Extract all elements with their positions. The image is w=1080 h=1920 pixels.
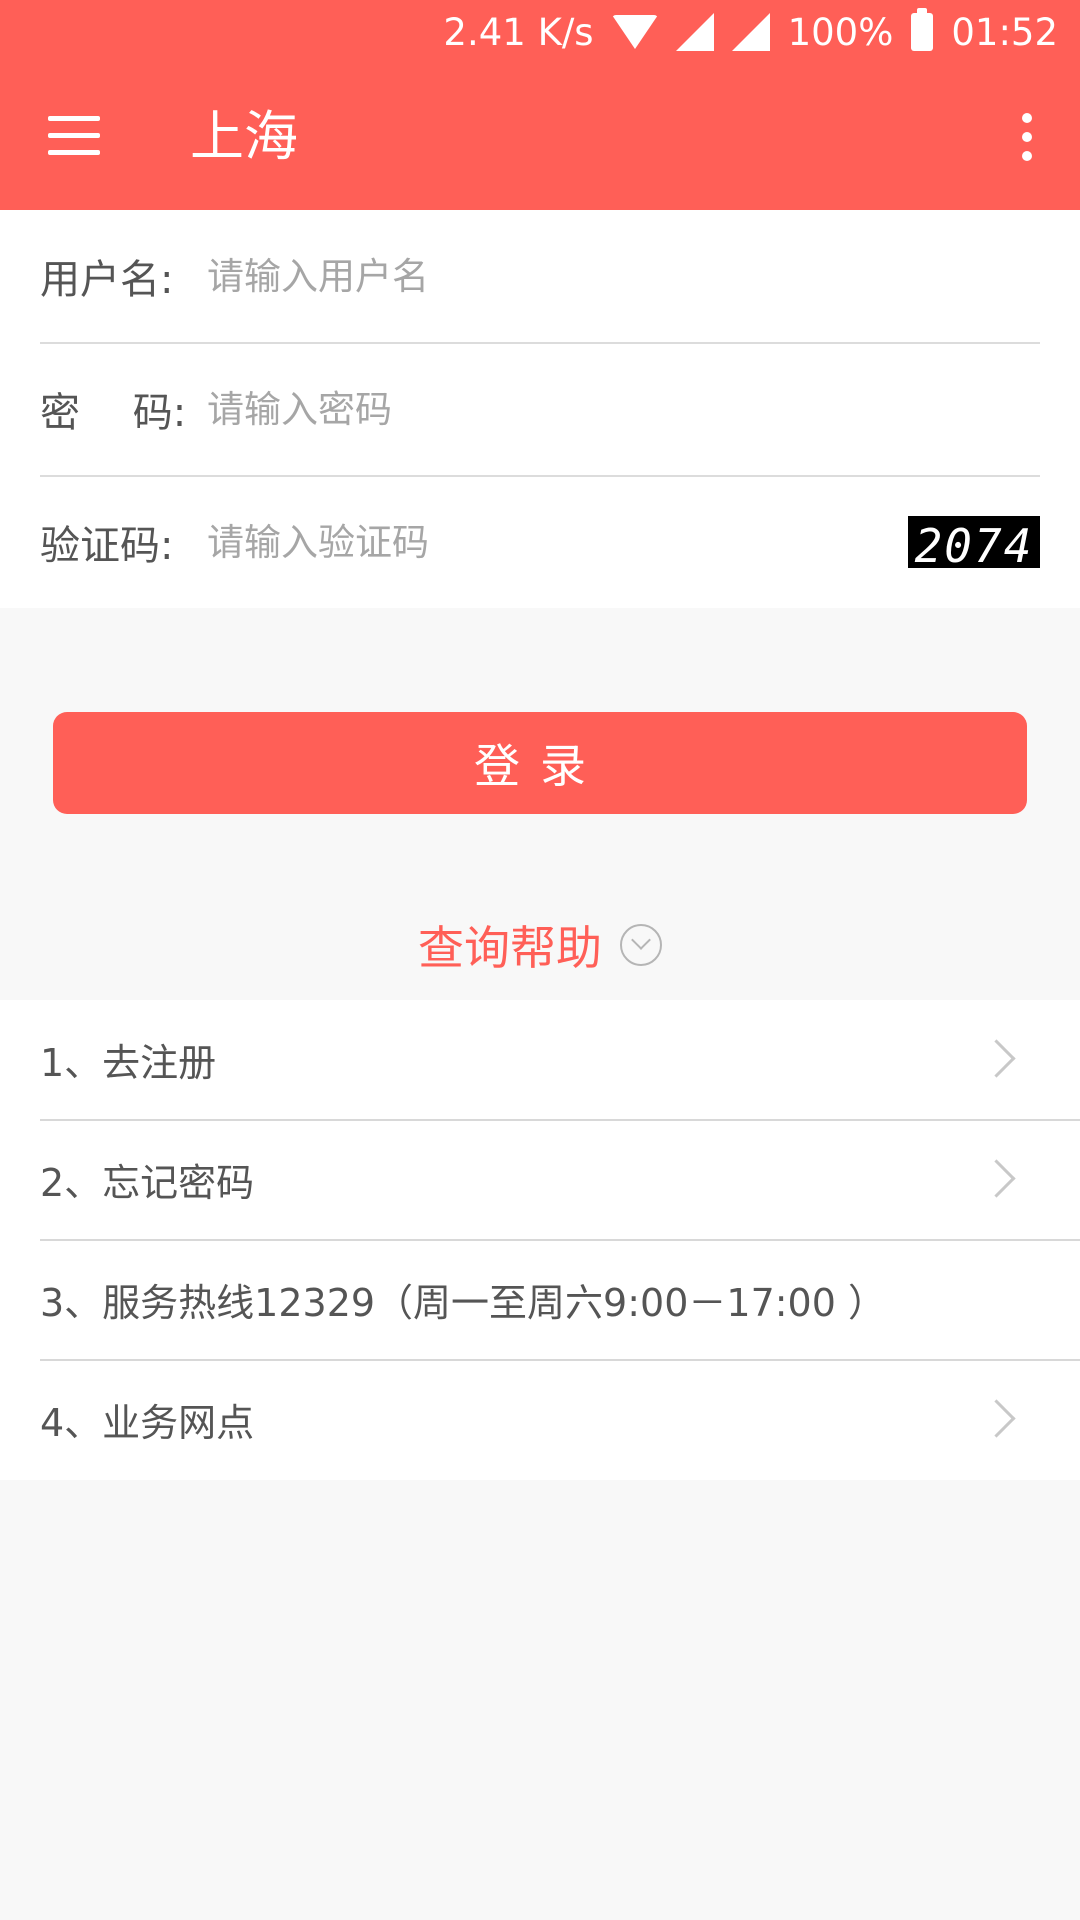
menu-icon[interactable] (48, 116, 100, 156)
chevron-right-icon (977, 1039, 1016, 1078)
help-item-branches[interactable]: 4、业务网点 (40, 1360, 1080, 1479)
password-input[interactable] (205, 386, 1040, 432)
help-item-forgot-password[interactable]: 2、忘记密码 (40, 1120, 1080, 1241)
captcha-row: 验证码: 2074 (40, 476, 1040, 608)
chevron-down-icon (620, 924, 662, 966)
help-item-label: 1、去注册 (40, 1041, 217, 1085)
status-bar: 2.41 K/s 100% 01:52 (0, 0, 1080, 64)
captcha-label: 验证码: (40, 523, 174, 569)
help-title: 查询帮助 (418, 921, 602, 975)
captcha-input[interactable] (205, 519, 908, 565)
signal-icon (675, 13, 714, 51)
network-speed: 2.41 K/s (443, 10, 594, 54)
login-button[interactable]: 登录 (53, 712, 1027, 814)
help-toggle[interactable]: 查询帮助 (0, 915, 1080, 975)
help-list: 1、去注册 2、忘记密码 3、服务热线12329（周一至周六9:00－17:00… (0, 1000, 1080, 1480)
help-item-label: 3、服务热线12329（周一至周六9:00－17:00 ） (40, 1281, 886, 1325)
help-item-register[interactable]: 1、去注册 (40, 1000, 1080, 1121)
help-item-label: 2、忘记密码 (40, 1161, 255, 1205)
login-form: 用户名: 密 码: 验证码: 2074 (0, 210, 1080, 608)
password-row: 密 码: (40, 343, 1040, 477)
chevron-right-icon (977, 1159, 1016, 1198)
captcha-image[interactable]: 2074 (908, 516, 1040, 568)
help-item-hotline: 3、服务热线12329（周一至周六9:00－17:00 ） (40, 1240, 1080, 1361)
app-bar: 上海 (0, 64, 1080, 210)
signal-2-icon (731, 13, 770, 51)
more-options-icon[interactable] (1022, 113, 1034, 161)
help-item-label: 4、业务网点 (40, 1401, 255, 1445)
wifi-icon (611, 15, 658, 49)
password-label: 密 码: (40, 390, 187, 436)
page-title: 上海 (190, 105, 298, 168)
username-input[interactable] (205, 253, 1040, 299)
username-row: 用户名: (40, 210, 1040, 344)
battery-icon (911, 8, 934, 51)
chevron-right-icon (977, 1399, 1016, 1438)
clock: 01:52 (951, 10, 1058, 54)
login-screen: 2.41 K/s 100% 01:52 上海 用户名: 密 码: 验证码: 20… (0, 0, 1080, 1920)
username-label: 用户名: (40, 257, 174, 303)
battery-level: 100% (787, 10, 894, 54)
